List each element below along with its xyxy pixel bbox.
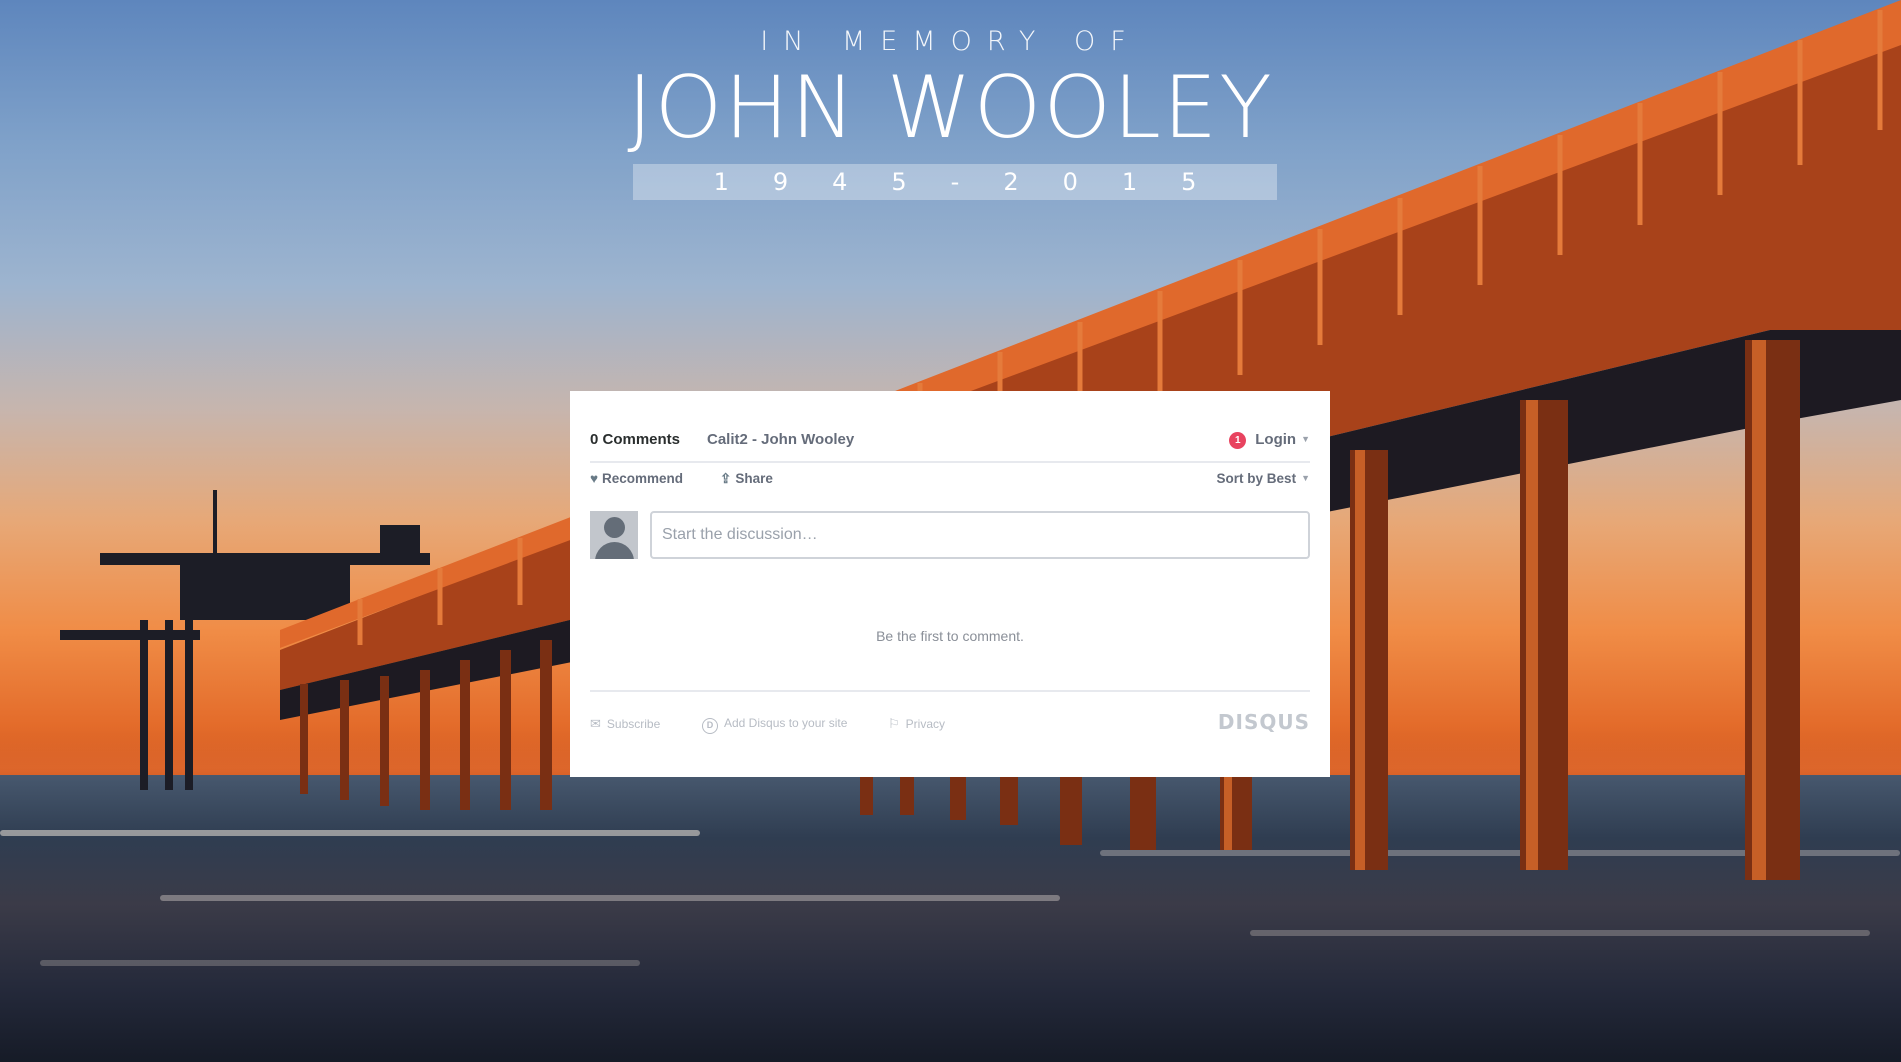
thread-actions: ♥ Recommend ⇪ Share Sort by Best ▼ bbox=[590, 471, 1310, 491]
add-disqus-label: Add Disqus to your site bbox=[724, 716, 848, 730]
user-avatar bbox=[590, 511, 638, 559]
avatar-head bbox=[604, 517, 625, 538]
sort-dropdown[interactable]: Sort by Best ▼ bbox=[1217, 471, 1310, 486]
privacy-link[interactable]: ⚐ Privacy bbox=[888, 716, 945, 732]
privacy-flag-icon: ⚐ bbox=[888, 716, 900, 731]
privacy-label: Privacy bbox=[905, 717, 945, 731]
login-label: Login bbox=[1255, 431, 1297, 448]
share-button[interactable]: ⇪ Share bbox=[720, 471, 773, 487]
add-disqus-link[interactable]: D Add Disqus to your site bbox=[702, 716, 847, 734]
empty-thread-message: Be the first to comment. bbox=[876, 628, 1024, 644]
disqus-footer: ✉ Subscribe D Add Disqus to your site ⚐ Pri… bbox=[590, 690, 1310, 734]
disqus-logo[interactable]: DISQUS bbox=[1218, 710, 1310, 734]
chevron-down-icon: ▼ bbox=[1301, 473, 1310, 483]
discussion-input[interactable] bbox=[650, 511, 1310, 559]
memorial-name: JOHN WOOLEY bbox=[627, 58, 1274, 158]
notification-badge[interactable]: 1 bbox=[1229, 432, 1247, 449]
chevron-down-icon: ▼ bbox=[1301, 434, 1310, 444]
recommend-label: Recommend bbox=[602, 471, 684, 486]
recommend-button[interactable]: ♥ Recommend bbox=[590, 471, 683, 486]
comments-nav: 0 Comments Calit2 - John Wooley 1 Login ▼ bbox=[590, 431, 1310, 463]
share-label: Share bbox=[735, 471, 773, 486]
memorial-years: 1945-2015 bbox=[713, 168, 1241, 196]
login-menu[interactable]: 1 Login ▼ bbox=[1229, 431, 1310, 449]
forum-name-link[interactable]: Calit2 - John Wooley bbox=[707, 431, 854, 448]
sort-label: Sort by Best bbox=[1216, 471, 1297, 486]
subscribe-link[interactable]: ✉ Subscribe bbox=[590, 716, 660, 732]
avatar-body bbox=[595, 542, 634, 559]
heart-icon: ♥ bbox=[590, 471, 599, 486]
share-icon: ⇪ bbox=[720, 471, 732, 486]
memorial-subtitle: IN MEMORY OF bbox=[760, 26, 1141, 57]
disqus-d-icon: D bbox=[702, 718, 718, 734]
comment-count-tab[interactable]: 0 Comments bbox=[590, 431, 680, 448]
subscribe-label: Subscribe bbox=[606, 717, 661, 731]
disqus-comments-panel: 0 Comments Calit2 - John Wooley 1 Login ▼ … bbox=[570, 391, 1330, 777]
envelope-icon: ✉ bbox=[590, 716, 601, 731]
